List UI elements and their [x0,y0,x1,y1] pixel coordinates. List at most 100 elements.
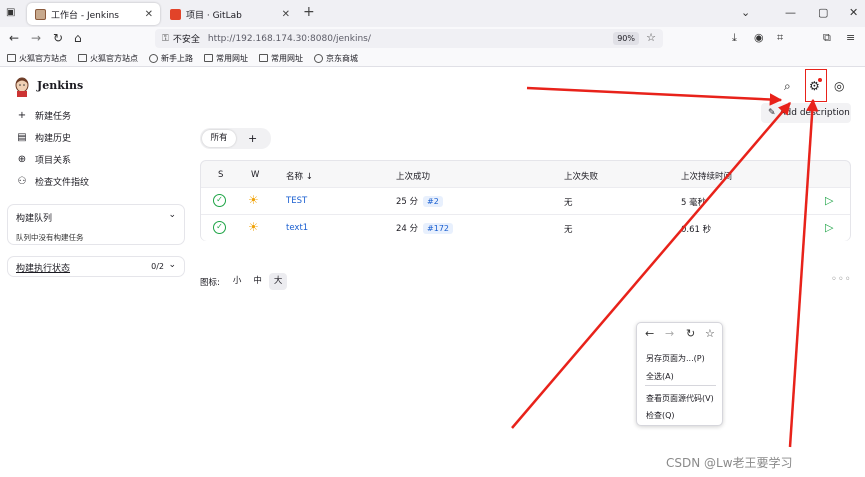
add-view-button[interactable]: + [248,130,257,147]
build-now-icon[interactable]: ▷ [825,221,833,234]
tab-title: 项目 · GitLab [186,10,242,21]
last-failure-cell: 无 [564,225,573,235]
last-failure-cell: 无 [564,198,573,208]
add-description-button[interactable]: ✎ Add description [761,103,851,123]
context-view-source[interactable]: 查看页面源代码(V) [646,393,714,404]
context-menu: ← → ↻ ☆ 另存页面为...(P) 全选(A) 查看页面源代码(V) 检查(… [636,322,723,426]
executors-title[interactable]: 构建执行状态 [16,261,70,274]
icon-size-medium[interactable]: 中 [248,273,267,290]
tab-all[interactable]: 所有 [202,130,236,147]
tab-title: 工作台 - Jenkins [51,10,119,21]
chevron-down-icon[interactable]: ⌄ [168,210,176,220]
job-link[interactable]: TEST [286,196,307,206]
bookmark-star-icon[interactable]: ☆ [646,31,656,44]
bookmark-item[interactable]: 火狐官方站点 [7,53,67,64]
download-icon[interactable]: ⤓ [732,31,737,45]
chevron-down-icon[interactable]: ⌄ [168,260,176,270]
build-number-link[interactable]: #172 [423,223,454,234]
context-save-page-as[interactable]: 另存页面为...(P) [646,353,705,364]
folder-icon [259,54,268,62]
column-header-last-duration[interactable]: 上次持续时间 [681,170,732,182]
watermark-text: CSDN @Lw老王要学习 [666,456,793,470]
tab-jenkins[interactable]: 工作台 - Jenkins ✕ [27,3,160,25]
home-icon[interactable]: ⌂ [74,31,82,45]
context-separator [645,385,716,386]
folder-icon [204,54,213,62]
jenkins-logo-icon[interactable] [14,77,30,97]
jenkins-brand[interactable]: Jenkins [37,79,83,92]
relationship-icon: ⊕ [17,154,27,165]
bookmark-item[interactable]: 京东商城 [314,53,358,64]
restore-icon[interactable]: ▢ [818,6,828,19]
sidebar-item-new-job[interactable]: + 新建任务 [16,109,71,122]
fingerprint-icon: ⚇ [17,176,27,187]
tab-gitlab[interactable]: 项目 · GitLab ✕ [162,3,297,25]
forward-icon[interactable]: → [665,327,674,340]
search-icon[interactable]: ⌕ [784,79,791,94]
tab-list-icon[interactable]: ▣ [6,6,15,20]
bookmark-item[interactable]: 常用网址 [204,53,248,64]
back-icon[interactable]: ← [645,327,654,340]
back-icon[interactable]: ← [9,31,19,45]
table-row: ✓ ☀ TEST 25 分 #2 无 5 毫秒 ▷ [201,187,850,214]
chevron-down-icon[interactable]: ⌄ [741,6,750,19]
job-link[interactable]: text1 [286,223,308,233]
close-icon[interactable]: ✕ [145,9,153,20]
success-status-icon: ✓ [213,194,226,207]
icon-size-small[interactable]: 小 [228,273,247,290]
build-queue-title[interactable]: 构建队列 [16,211,52,224]
folder-icon [78,54,87,62]
column-header-name[interactable]: 名称 ↓ [286,170,313,182]
last-success-cell: 24 分 #172 [396,222,454,234]
new-tab-icon[interactable]: + [303,4,315,20]
minimize-icon[interactable]: — [785,6,796,19]
last-duration-cell: 0.61 秒 [681,225,712,235]
pencil-icon: ✎ [768,108,776,118]
sidebar-item-check-fingerprint[interactable]: ⚇ 检查文件指纹 [16,175,90,188]
menu-icon[interactable]: ≡ [846,31,855,45]
globe-icon [149,53,158,63]
column-header-last-success[interactable]: 上次成功 [396,170,430,182]
sidebar-item-project-relationship[interactable]: ⊕ 项目关系 [16,153,71,166]
icon-size-large[interactable]: 大 [268,273,288,290]
column-header-status[interactable]: S [218,170,223,180]
gitlab-favicon-icon [170,8,181,20]
bookmark-item[interactable]: 常用网址 [259,53,303,64]
insecure-lock-icon[interactable]: ⚿ [162,34,169,44]
last-duration-cell: 5 毫秒 [681,198,707,208]
bookmark-item[interactable]: 火狐官方站点 [78,53,138,64]
insecure-label: 不安全 [172,35,200,45]
user-icon[interactable]: ◎ [834,79,844,93]
close-icon[interactable]: ✕ [282,9,290,20]
url-text[interactable]: http://192.168.174.30:8080/jenkins/ [208,34,371,44]
context-inspect[interactable]: 检查(Q) [646,410,675,421]
globe-icon [314,53,323,63]
navigation-bar: ← → ↻ ⌂ ⚿ 不安全 http://192.168.174.30:8080… [0,27,865,50]
address-bar[interactable]: ⚿ 不安全 http://192.168.174.30:8080/jenkins… [155,29,663,48]
forward-icon[interactable]: → [31,31,41,45]
jenkins-favicon-icon [35,8,46,20]
bookmark-star-icon[interactable]: ☆ [705,327,715,340]
context-select-all[interactable]: 全选(A) [646,371,674,382]
icon-size-label: 图标: [200,277,220,288]
extensions-icon[interactable]: ⧉ [823,31,831,45]
column-header-weather[interactable]: W [251,170,259,180]
sidebar-item-build-history[interactable]: ▤ 构建历史 [16,131,71,144]
executors-count: 0/2 [151,262,164,271]
history-icon: ▤ [17,132,27,143]
reload-icon[interactable]: ↻ [686,327,695,340]
screenshot-icon[interactable]: ⌗ [777,31,783,45]
column-header-last-failure[interactable]: 上次失败 [564,170,598,182]
build-now-icon[interactable]: ▷ [825,194,833,207]
notification-dot [818,78,822,82]
build-number-link[interactable]: #2 [423,196,443,207]
bookmark-item[interactable]: 新手上路 [149,53,193,64]
view-tabs: 所有 + [200,128,271,149]
more-options-icon[interactable]: ◦◦◦ [831,274,852,285]
account-icon[interactable]: ◉ [754,31,764,45]
zoom-level[interactable]: 90% [613,32,639,45]
last-success-cell: 25 分 #2 [396,195,443,207]
reload-icon[interactable]: ↻ [53,31,63,45]
folder-icon [7,54,16,62]
window-close-icon[interactable]: ✕ [849,6,858,19]
